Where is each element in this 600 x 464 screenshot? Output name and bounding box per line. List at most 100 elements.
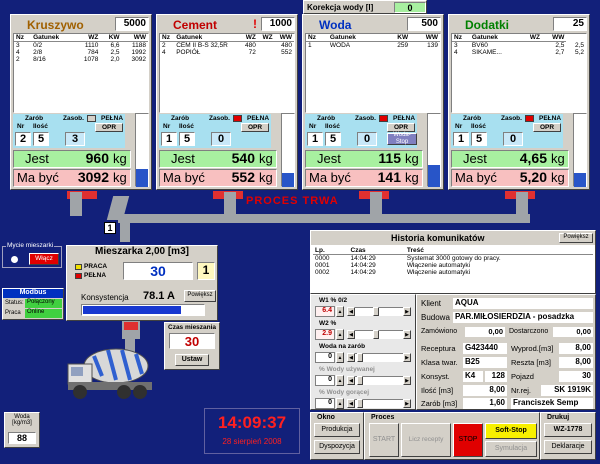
slider-thumb[interactable] xyxy=(373,307,379,316)
table-row[interactable]: 0001 14:04:29 Włączenie automatyki xyxy=(313,262,593,269)
czas-value: 30 xyxy=(169,333,215,349)
slider-spin-icon[interactable]: ▲ xyxy=(336,352,344,363)
slider-thumb[interactable] xyxy=(357,376,363,385)
table-row[interactable]: 3 BV60 2,5 2,5 xyxy=(452,42,586,49)
symulacja-button[interactable]: Symulacja xyxy=(485,441,537,457)
dyspozycja-button[interactable]: Dyspozycja xyxy=(314,440,360,454)
slider-spin-icon[interactable]: ▲ xyxy=(336,398,344,409)
chute-1 xyxy=(70,192,82,216)
table-row[interactable]: 4 SIKAME... 2,7 5,2 xyxy=(452,49,586,56)
table-row[interactable]: 4 2/8 784 2,5 1992 xyxy=(14,49,148,56)
hopper-cell: 2,7 xyxy=(555,49,565,56)
mabyc-unit: kg xyxy=(259,170,273,185)
hopper-capacity: 500 xyxy=(407,17,441,31)
hopper-level-fill xyxy=(574,173,586,187)
slider-value[interactable]: 0 xyxy=(315,375,335,386)
opr-button[interactable]: OPR xyxy=(95,123,123,132)
table-row[interactable]: 3 0/2 1110 6,6 1188 xyxy=(14,42,148,49)
hopper-col-header: Gatunek xyxy=(469,34,521,42)
mycie-wlacz-button[interactable]: Włącz xyxy=(29,253,59,265)
slider-thumb[interactable] xyxy=(373,330,379,339)
hopper-cell: 784 xyxy=(87,49,99,56)
slider-left-icon[interactable]: ◀ xyxy=(347,353,355,362)
zarob-ilosc-value[interactable]: 5 xyxy=(471,132,487,146)
hopper-col-header: WZ xyxy=(73,34,101,42)
slider-thumb[interactable] xyxy=(357,353,363,362)
table-row[interactable]: 4 POPIÓŁ 72 552 xyxy=(160,49,294,56)
slider-thumb[interactable] xyxy=(357,399,363,408)
mycie-panel: Mycie mieszarki Włącz xyxy=(2,242,62,268)
slider-track[interactable] xyxy=(347,330,411,339)
woda-stop-button[interactable]: Woda-Stop xyxy=(387,132,417,145)
hopper-cell: 6,6 xyxy=(110,42,120,49)
mieszarka-powieksz-button[interactable]: Powiększ xyxy=(184,290,216,302)
slider-value[interactable]: 6.4 xyxy=(315,306,335,317)
jest-value: 4,65 xyxy=(519,150,547,166)
deklaracje-button[interactable]: Deklaracje xyxy=(544,440,592,454)
slider-left-icon[interactable]: ◀ xyxy=(347,376,355,385)
hopper-col-header: Gatunek xyxy=(31,34,74,42)
zarob-nr-value[interactable]: 1 xyxy=(161,132,177,146)
opr-button[interactable]: OPR xyxy=(533,123,561,132)
zasob-value[interactable]: 0 xyxy=(211,132,231,146)
slider-value[interactable]: 0 xyxy=(315,352,335,363)
table-row[interactable]: 2 CEM II B-S 32,5R 480 480 xyxy=(160,42,294,49)
wz-button[interactable]: WZ-1778 xyxy=(544,423,592,437)
soft-stop-button[interactable]: Soft-Stop xyxy=(485,423,537,439)
opr-button[interactable]: OPR xyxy=(387,123,415,132)
jest-unit: kg xyxy=(259,151,273,166)
zasob-label: Zasob. xyxy=(63,115,84,122)
zarob-ilosc-value[interactable]: 5 xyxy=(325,132,341,146)
produkcja-button[interactable]: Produkcja xyxy=(314,423,360,437)
slider-right-icon[interactable]: ▶ xyxy=(403,307,411,316)
historia-cell: 0001 xyxy=(315,262,330,269)
zarob-nr-value[interactable]: 1 xyxy=(307,132,323,146)
slider-left-icon[interactable]: ◀ xyxy=(347,399,355,408)
hopper-title: Cement xyxy=(173,18,218,32)
czas-ustaw-button[interactable]: Ustaw xyxy=(175,354,209,366)
table-row[interactable]: 1 WODA 259 139 xyxy=(306,42,440,49)
pojazd-value: 30 xyxy=(559,371,593,382)
slider-spin-icon[interactable]: ▲ xyxy=(336,375,344,386)
slider-right-icon[interactable]: ▶ xyxy=(403,399,411,408)
hopper-cell: 4 xyxy=(16,49,20,56)
ilosc-label: Ilość xyxy=(471,123,486,130)
table-row[interactable]: 2 8/16 1078 2,0 3092 xyxy=(14,56,148,63)
hopper-capacity: 1000 xyxy=(261,17,295,31)
zarob-ilosc-value[interactable]: 5 xyxy=(179,132,195,146)
jest-value: 115 xyxy=(378,150,401,166)
mabyc-unit: kg xyxy=(113,170,127,185)
zarob-ilosc-value[interactable]: 5 xyxy=(33,132,49,146)
slider-value[interactable]: 2.9 xyxy=(315,329,335,340)
slider-right-icon[interactable]: ▶ xyxy=(403,376,411,385)
table-row[interactable]: 0000 14:04:29 Systemat 3000 gotowy do prac… xyxy=(313,255,593,262)
zasob-value[interactable]: 0 xyxy=(503,132,523,146)
zarob-nr-value[interactable]: 1 xyxy=(453,132,469,146)
chute-2 xyxy=(224,192,236,216)
start-button[interactable]: START xyxy=(369,423,399,457)
opr-button[interactable]: OPR xyxy=(241,123,269,132)
hopper-col-header: KW xyxy=(382,34,411,42)
zasob-value[interactable]: 3 xyxy=(65,132,85,146)
slider-left-icon[interactable]: ◀ xyxy=(347,330,355,339)
jest-label: Jest xyxy=(463,151,487,166)
pelna-label: PEŁNA xyxy=(393,115,416,122)
slider-value[interactable]: 0 xyxy=(315,398,335,409)
hopper-col-header: WW xyxy=(541,34,567,42)
zasob-value[interactable]: 0 xyxy=(357,132,377,146)
hopper-cell xyxy=(258,49,275,56)
stop-button[interactable]: STOP xyxy=(453,423,483,457)
slider-left-icon[interactable]: ◀ xyxy=(347,307,355,316)
konsyst-label: Konsyst. xyxy=(421,372,450,381)
hopper-cell: SIKAME... xyxy=(471,49,502,56)
table-row[interactable]: 0002 14:04:29 Włączenie automatyki xyxy=(313,269,593,276)
zarob-nr-value[interactable]: 2 xyxy=(15,132,31,146)
slider-spin-icon[interactable]: ▲ xyxy=(336,306,344,317)
historia-powieksz-button[interactable]: Powiększ xyxy=(559,233,593,243)
slider-spin-icon[interactable]: ▲ xyxy=(336,329,344,340)
korekcja-value[interactable]: 0 xyxy=(394,2,426,13)
licz-recepty-button[interactable]: Licz recepty xyxy=(401,423,451,457)
slider-right-icon[interactable]: ▶ xyxy=(403,353,411,362)
slider-track[interactable] xyxy=(347,307,411,316)
slider-right-icon[interactable]: ▶ xyxy=(403,330,411,339)
